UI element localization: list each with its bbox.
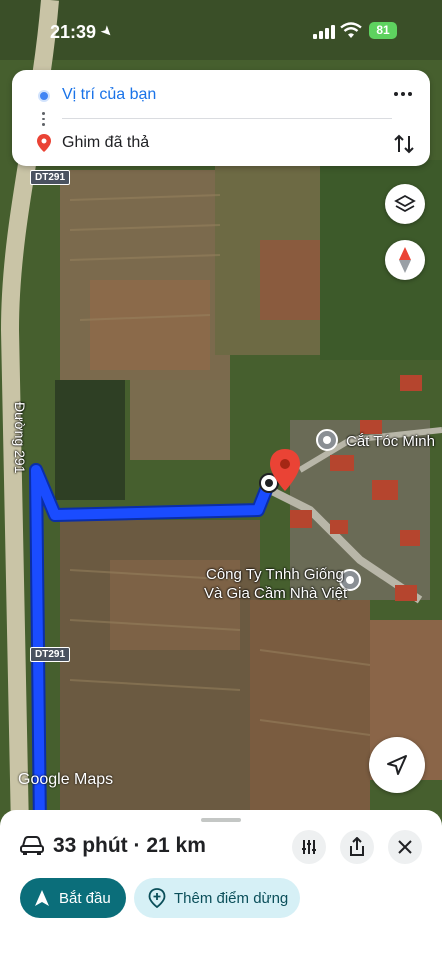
origin-label: Vị trí của bạn xyxy=(62,86,157,103)
poi-pin-icon[interactable] xyxy=(316,429,338,451)
divider xyxy=(62,118,392,119)
poi-label[interactable]: Cắt Tóc Minh xyxy=(346,433,435,450)
navigation-arrow-icon xyxy=(387,755,407,775)
poi-label[interactable]: Và Gia Cầm Nhà Việt xyxy=(204,585,347,602)
my-location-button[interactable] xyxy=(369,737,425,793)
directions-card: Vị trí của bạn Ghim đã thả xyxy=(12,70,430,166)
route-bottom-sheet: 33 phút · 21 km Bắt đầu Thêm điểm dừng xyxy=(0,810,442,960)
close-icon xyxy=(398,840,412,854)
layers-icon xyxy=(394,194,416,213)
more-icon xyxy=(394,92,398,96)
destination-pin-icon xyxy=(37,134,51,152)
google-maps-watermark: Google Maps xyxy=(18,771,114,788)
your-location-icon xyxy=(38,90,50,102)
destination-row[interactable]: Ghim đã thả xyxy=(12,120,430,166)
location-arrow-icon: ➤ xyxy=(97,21,118,41)
road-name-label: Đường 291 xyxy=(12,402,28,474)
start-button-label: Bắt đầu xyxy=(59,889,111,907)
compass-icon xyxy=(399,247,411,273)
origin-row[interactable]: Vị trí của bạn xyxy=(12,72,430,118)
close-button[interactable] xyxy=(388,830,422,864)
route-summary: 33 phút · 21 km xyxy=(53,834,206,857)
share-icon xyxy=(350,837,364,856)
route-options-button[interactable] xyxy=(292,830,326,864)
poi-label[interactable]: Công Ty Tnhh Giống xyxy=(206,566,344,583)
road-badge: DT291 xyxy=(30,647,71,662)
layers-button[interactable] xyxy=(385,184,425,224)
sheet-drag-handle[interactable] xyxy=(201,818,241,822)
map-view[interactable]: 21:39 ➤ 81 Vị trí của bạn Ghim đã thả DT… xyxy=(0,0,442,830)
share-button[interactable] xyxy=(340,830,374,864)
navigation-arrow-icon xyxy=(35,890,49,906)
dropped-pin-icon[interactable] xyxy=(270,449,300,491)
swap-directions-button[interactable] xyxy=(390,130,418,158)
start-button[interactable]: Bắt đầu xyxy=(20,878,126,918)
wifi-icon xyxy=(340,22,362,38)
destination-label: Ghim đã thả xyxy=(62,134,150,151)
road-badge: DT291 xyxy=(30,170,71,185)
status-bar: 21:39 ➤ 81 xyxy=(0,0,442,62)
car-icon xyxy=(20,836,44,855)
add-location-icon xyxy=(148,888,166,908)
cellular-signal-icon xyxy=(313,25,335,39)
sliders-icon xyxy=(302,840,316,854)
battery-indicator: 81 xyxy=(369,22,397,39)
more-options-button[interactable] xyxy=(388,84,418,104)
add-stop-button[interactable]: Thêm điểm dừng xyxy=(134,878,300,918)
add-stop-button-label: Thêm điểm dừng xyxy=(174,889,289,907)
status-time: 21:39 xyxy=(50,22,97,42)
compass-button[interactable] xyxy=(385,240,425,280)
